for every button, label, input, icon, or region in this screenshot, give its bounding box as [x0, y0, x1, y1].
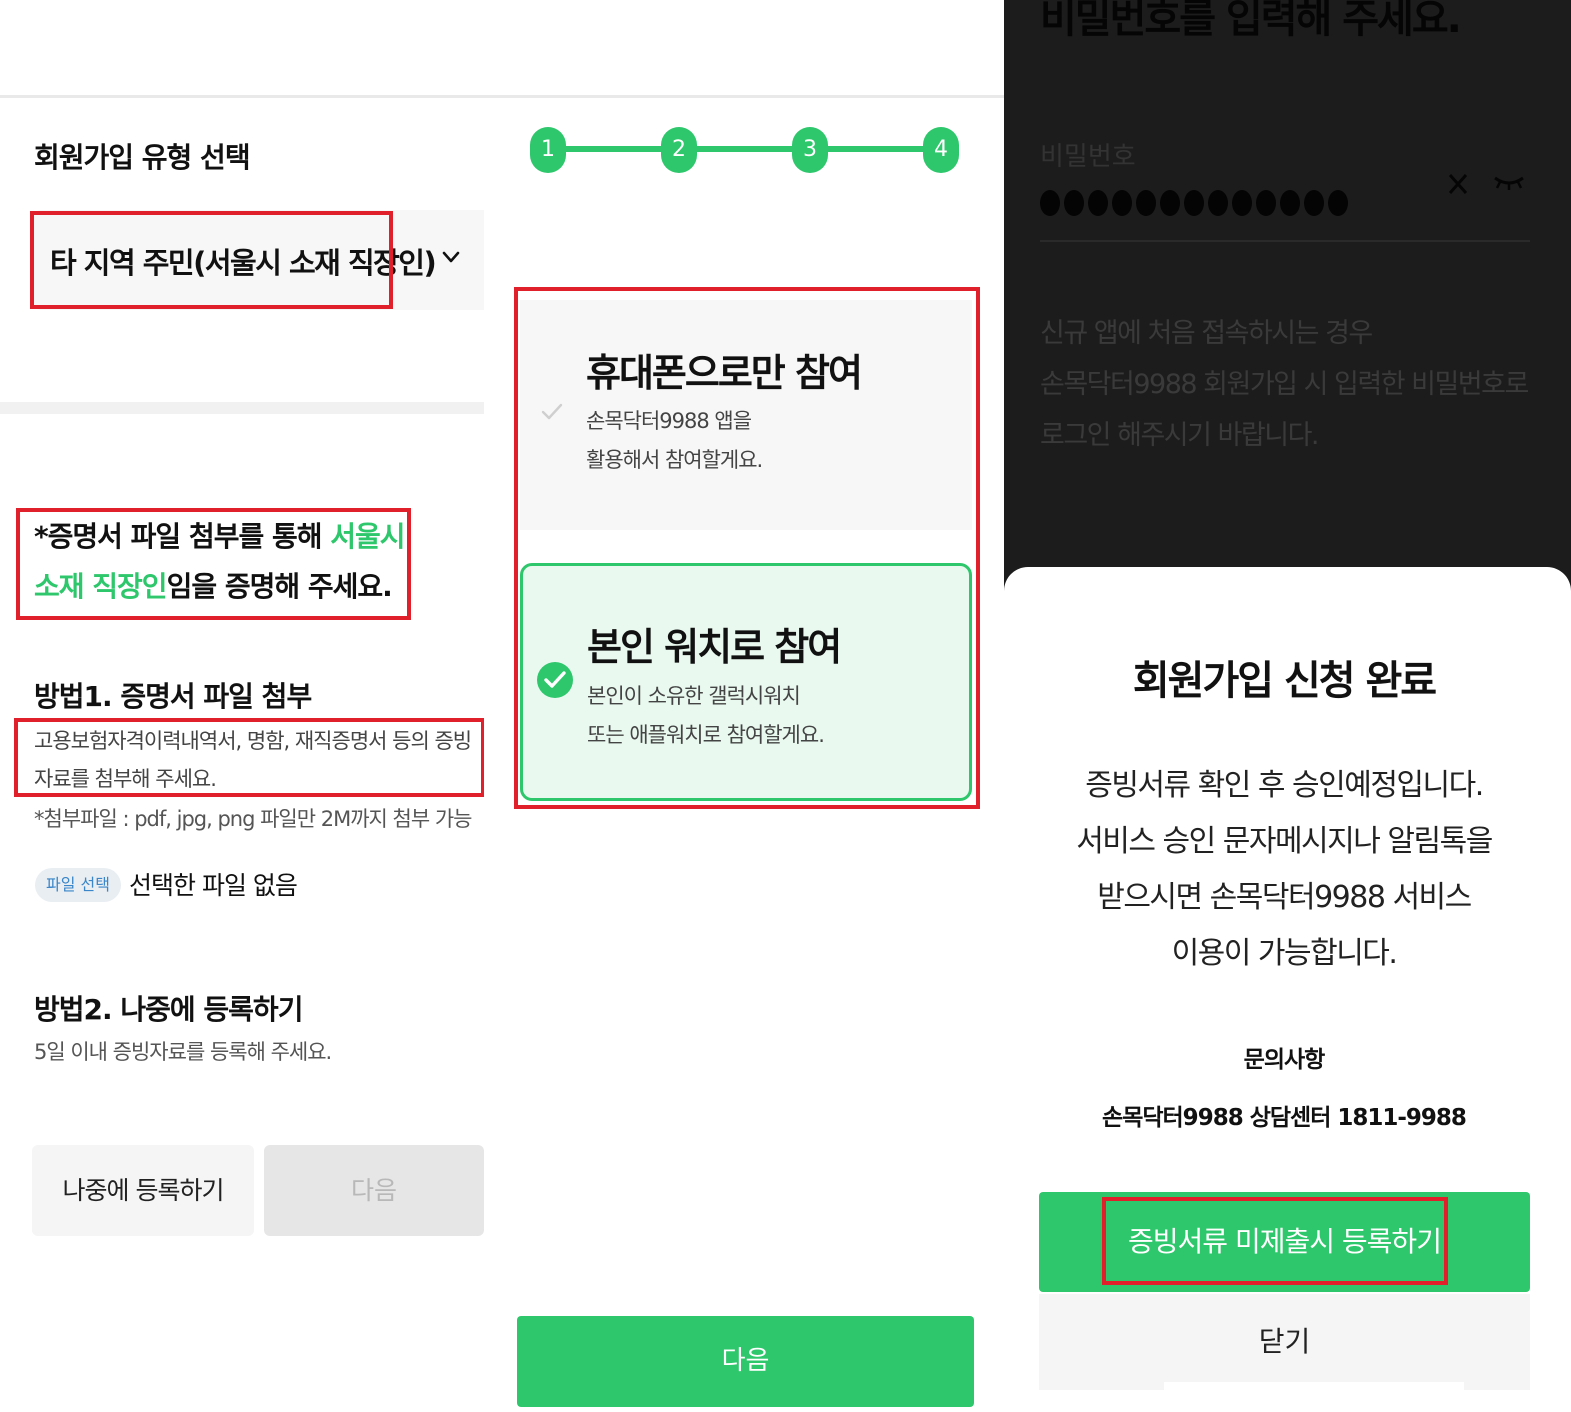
inquiry-contact: 손목닥터9988 상담센터 1811-9988 — [1102, 1105, 1467, 1131]
sheet-body: 증빙서류 확인 후 승인예정입니다. 서비스 승인 문자메시지나 알림톡을 받으… — [1004, 758, 1564, 982]
sheet-title: 회원가입 신청 완료 — [1132, 658, 1437, 704]
password-label: 비밀번호 — [1040, 142, 1136, 172]
bg-notice-line1: 신규 앱에 처음 접속하시는 경우 — [1040, 318, 1373, 349]
file-status: 선택한 파일 없음 — [129, 871, 298, 900]
participation-type-screen: 1 2 3 4 휴대폰으로만 참여 손목닥터9988 앱을 활용해서 참여할게요… — [484, 0, 1004, 1412]
step-4: 4 — [923, 127, 959, 173]
next-button-disabled[interactable]: 다음 — [264, 1145, 484, 1236]
top-divider — [0, 95, 484, 98]
password-dot — [1304, 190, 1324, 216]
sheet-body-line1: 증빙서류 확인 후 승인예정입니다. — [1085, 768, 1484, 803]
method1-title: 방법1. 증명서 파일 첨부 — [34, 680, 312, 713]
password-dot — [1232, 190, 1252, 216]
step-connector — [696, 146, 796, 152]
close-button[interactable]: 닫기 — [1039, 1294, 1530, 1390]
highlight-box — [14, 718, 484, 797]
inquiry-label: 문의사항 — [1243, 1047, 1326, 1073]
step-1: 1 — [530, 127, 566, 173]
chevron-down-icon[interactable] — [440, 246, 462, 268]
password-dot — [1064, 190, 1084, 216]
highlight-box — [30, 211, 393, 309]
password-dot — [1184, 190, 1204, 216]
password-dot — [1328, 190, 1348, 216]
signup-complete-screen: 비밀번호를 입력해 주세요. 비밀번호 신규 앱에 처음 접속하시는 경우 손목… — [1004, 0, 1571, 1412]
password-dot — [1040, 190, 1060, 216]
section-separator — [0, 402, 484, 414]
password-dot — [1256, 190, 1276, 216]
step-connector — [564, 146, 664, 152]
sheet-body-line3: 받으시면 손목닥터9988 서비스 — [1097, 880, 1472, 915]
password-dot — [1160, 190, 1180, 216]
register-later-button[interactable]: 나중에 등록하기 — [32, 1145, 254, 1236]
file-select-button[interactable]: 파일 선택 — [35, 868, 121, 902]
page-title: 회원가입 유형 선택 — [34, 141, 251, 174]
password-dot — [1280, 190, 1300, 216]
sheet-body-line4: 이용이 가능합니다. — [1171, 936, 1398, 971]
signup-type-screen: 회원가입 유형 선택 타 지역 주민(서울시 소재 직장인) *증명서 파일 첨… — [0, 0, 484, 1412]
method2-title: 방법2. 나중에 등록하기 — [34, 993, 303, 1026]
password-underline — [1040, 240, 1530, 242]
step-2: 2 — [661, 127, 697, 173]
bg-heading: 비밀번호를 입력해 주세요. — [1040, 0, 1462, 42]
eye-closed-icon[interactable] — [1492, 172, 1526, 192]
password-dot — [1112, 190, 1132, 216]
password-dot — [1088, 190, 1108, 216]
home-indicator — [1164, 1382, 1464, 1412]
sheet-body-line2: 서비스 승인 문자메시지나 알림톡을 — [1076, 824, 1493, 859]
highlight-box — [1102, 1197, 1448, 1285]
clear-icon[interactable] — [1447, 172, 1469, 196]
password-field[interactable] — [1040, 190, 1348, 216]
bg-notice: 신규 앱에 처음 접속하시는 경우 손목닥터9988 회원가입 시 입력한 비밀… — [1040, 308, 1529, 461]
password-dot — [1136, 190, 1156, 216]
next-button[interactable]: 다음 — [517, 1316, 974, 1407]
bg-notice-line2: 손목닥터9988 회원가입 시 입력한 비밀번호로 — [1040, 369, 1529, 400]
step-3: 3 — [792, 127, 828, 173]
bg-notice-line3: 로그인 해주시기 바랍니다. — [1040, 420, 1319, 451]
step-connector — [827, 146, 927, 152]
password-dot — [1208, 190, 1228, 216]
method2-description: 5일 이내 증빙자료를 등록해 주세요. — [34, 1040, 332, 1064]
highlight-box — [514, 287, 980, 809]
top-divider — [484, 95, 1004, 98]
highlight-box — [16, 508, 411, 620]
method1-file-note: *첨부파일 : pdf, jpg, png 파일만 2M까지 첨부 가능 — [34, 807, 472, 831]
